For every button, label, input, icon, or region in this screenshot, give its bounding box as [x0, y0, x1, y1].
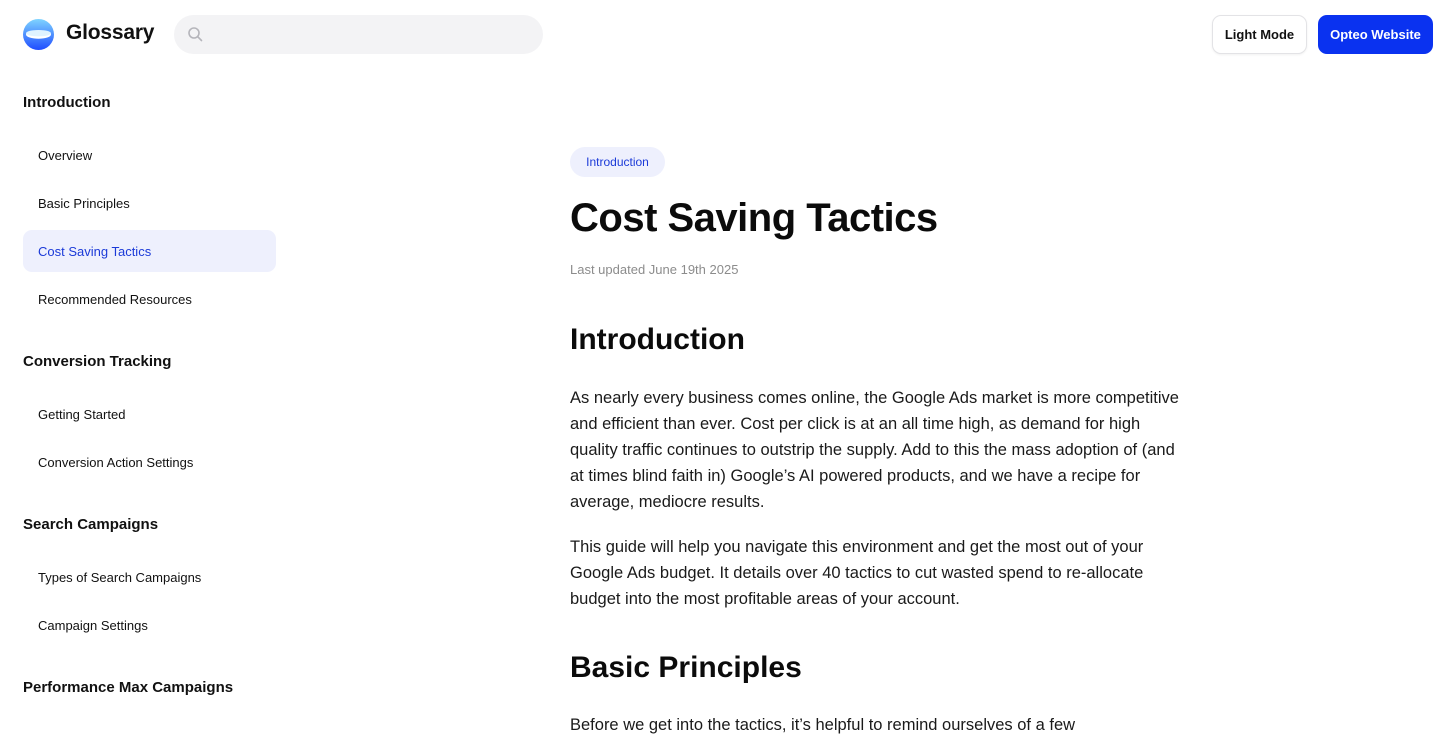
basic-principles-paragraph-1: Before we get into the tactics, it’s hel… — [570, 716, 1076, 734]
category-tag[interactable]: Introduction — [570, 147, 665, 177]
sidebar-item-getting-started[interactable]: Getting Started — [23, 393, 276, 435]
last-updated-text: Last updated June 19th 2025 — [570, 262, 739, 277]
logo-text[interactable]: Glossary — [66, 21, 154, 45]
search-icon — [188, 27, 203, 42]
sidebar-item-recommended-resources[interactable]: Recommended Resources — [23, 278, 276, 320]
sidebar-item-overview[interactable]: Overview — [23, 134, 276, 176]
glossary-logo-icon[interactable] — [22, 18, 55, 51]
sidebar-item-campaign-settings[interactable]: Campaign Settings — [23, 604, 276, 646]
page-title: Cost Saving Tactics — [570, 196, 938, 240]
sidebar-item-conversion-action-settings[interactable]: Conversion Action Settings — [23, 441, 276, 483]
intro-paragraph-2: This guide will help you navigate this e… — [570, 538, 1144, 608]
sidebar-section-performance-max-campaigns[interactable]: Performance Max Campaigns — [23, 679, 233, 696]
sidebar-section-conversion-tracking[interactable]: Conversion Tracking — [23, 353, 171, 370]
light-mode-button[interactable]: Light Mode — [1212, 15, 1307, 54]
search-bar[interactable] — [174, 15, 543, 54]
section-heading-basic-principles: Basic Principles — [570, 651, 802, 684]
opteo-website-button[interactable]: Opteo Website — [1318, 15, 1433, 54]
intro-paragraph-1: As nearly every business comes online, t… — [570, 389, 1179, 511]
sidebar-item-basic-principles[interactable]: Basic Principles — [23, 182, 276, 224]
sidebar-section-introduction[interactable]: Introduction — [23, 94, 110, 111]
search-input[interactable] — [214, 15, 534, 54]
top-header: Glossary Light Mode Opteo Website — [0, 0, 1456, 70]
sidebar-section-search-campaigns[interactable]: Search Campaigns — [23, 516, 158, 533]
sidebar-item-types-of-search-campaigns[interactable]: Types of Search Campaigns — [23, 556, 276, 598]
section-heading-introduction: Introduction — [570, 323, 745, 356]
sidebar-item-cost-saving-tactics[interactable]: Cost Saving Tactics — [23, 230, 276, 272]
sidebar-nav: Introduction Overview Basic Principles C… — [0, 70, 300, 732]
